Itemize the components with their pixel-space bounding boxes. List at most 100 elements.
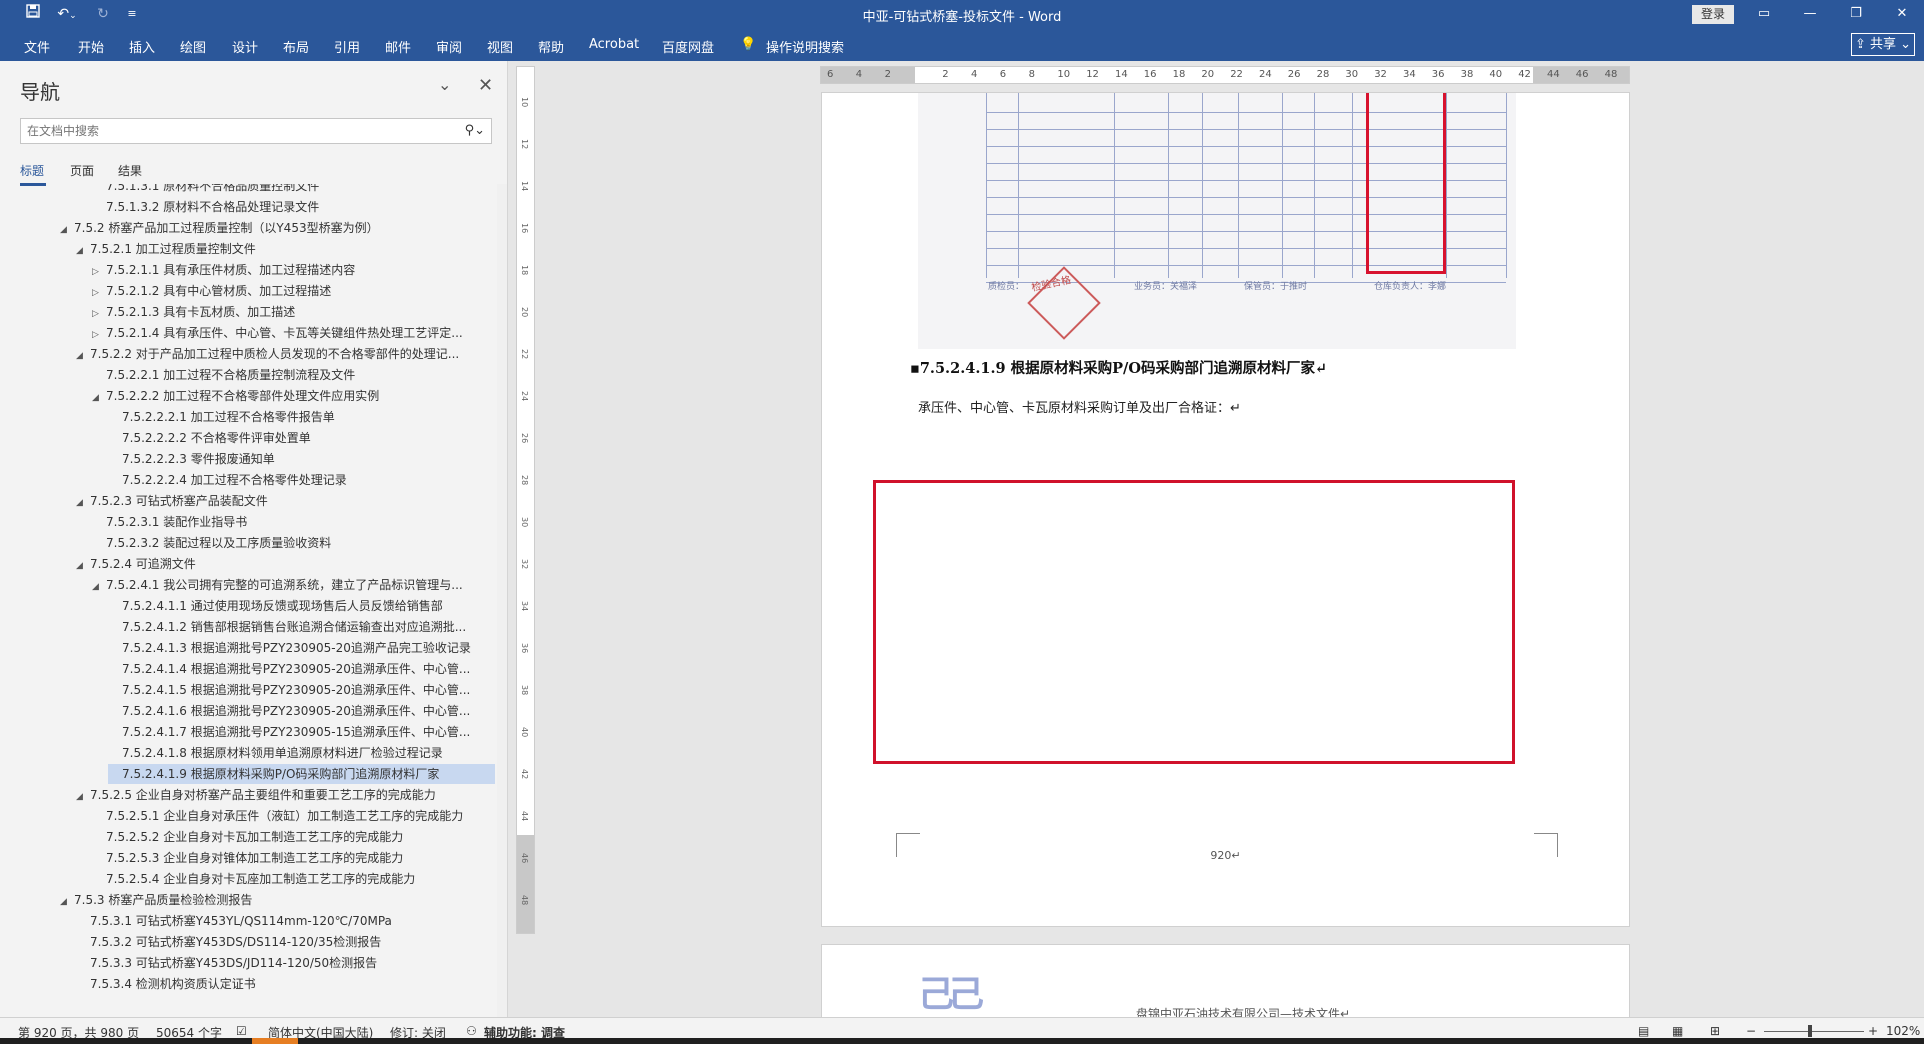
ribbon-display-options-icon[interactable]: ▭ bbox=[1742, 2, 1786, 26]
section-heading[interactable]: ▪7.5.2.4.1.9 根据原材料采购P/O码采购部门追溯原材料厂家↵ bbox=[910, 357, 1327, 378]
outline-item[interactable]: 7.5.2.3.1 装配作业指导书 bbox=[92, 512, 247, 532]
zoom-slider[interactable] bbox=[1764, 1031, 1864, 1032]
outline-item[interactable]: ◢ 7.5.2.1 加工过程质量控制文件 bbox=[76, 239, 256, 259]
collapse-icon[interactable]: ◢ bbox=[76, 493, 90, 513]
collapse-icon[interactable]: ◢ bbox=[76, 787, 90, 807]
search-input[interactable] bbox=[21, 119, 441, 143]
outline-item[interactable]: ▷ 7.5.2.1.4 具有承压件、中心管、卡瓦等关键组件热处理工艺评定... bbox=[92, 323, 463, 343]
collapse-icon[interactable]: ◢ bbox=[76, 346, 90, 366]
outline-item[interactable]: ▷ 7.5.2.1.1 具有承压件材质、加工过程描述内容 bbox=[92, 260, 355, 280]
tell-me-search[interactable]: 操作说明搜索 bbox=[766, 37, 844, 56]
outline-item[interactable]: 7.5.3.3 可钻式桥塞Y453DS/JD114-120/50检测报告 bbox=[76, 953, 377, 973]
outline-item[interactable]: 7.5.2.4.1.5 根据追溯批号PZY230905-20追溯承压件、中心管.… bbox=[108, 680, 470, 700]
tab-design[interactable]: 设计 bbox=[232, 37, 258, 56]
outline-item[interactable]: ◢ 7.5.3 桥塞产品质量检验检测报告 bbox=[60, 890, 252, 910]
outline-item[interactable]: 7.5.2.4.1.1 通过使用现场反馈或现场售后人员反馈给销售部 bbox=[108, 596, 443, 616]
tab-insert[interactable]: 插入 bbox=[129, 37, 155, 56]
outline-item[interactable]: 7.5.3.2 可钻式桥塞Y453DS/DS114-120/35检测报告 bbox=[76, 932, 381, 952]
tab-pages[interactable]: 页面 bbox=[70, 162, 94, 179]
outline-item[interactable]: 7.5.2.4.1.4 根据追溯批号PZY230905-20追溯承压件、中心管.… bbox=[108, 659, 470, 679]
web-layout-icon[interactable]: ⊞ bbox=[1710, 1024, 1720, 1038]
outline-item[interactable]: 7.5.2.4.1.8 根据原材料领用单追溯原材料进厂检验过程记录 bbox=[108, 743, 443, 763]
share-button[interactable]: ⇪ 共享 ⌄ bbox=[1851, 33, 1915, 56]
outline-item[interactable]: 7.5.1.3.2 原材料不合格品处理记录文件 bbox=[92, 197, 319, 217]
collapse-icon[interactable]: ◢ bbox=[60, 892, 74, 912]
document-page-next[interactable]: 己己 盘锦中亚石油技术有限公司—技术文件↵ bbox=[821, 944, 1630, 1024]
search-icon[interactable]: ⚲⌄ bbox=[465, 123, 485, 138]
proofing-icon[interactable]: ☑ bbox=[236, 1024, 247, 1038]
outline-item[interactable]: 7.5.3.1 可钻式桥塞Y453YL/QS114mm-120℃/70MPa bbox=[76, 911, 392, 931]
outline-item[interactable]: ◢ 7.5.2.5 企业自身对桥塞产品主要组件和重要工艺工序的完成能力 bbox=[76, 785, 436, 805]
outline-item[interactable]: 7.5.2.2.1 加工过程不合格质量控制流程及文件 bbox=[92, 365, 355, 385]
chevron-down-icon[interactable]: ⌄ bbox=[438, 75, 451, 94]
login-button[interactable]: 登录 bbox=[1692, 5, 1734, 24]
horizontal-ruler[interactable]: 6 4 2 2 4 6 8 10 12 14 16 18 20 22 24 26 28 30 32 34 36 38 40 4… bbox=[820, 66, 1630, 84]
zoom-level[interactable]: 102% bbox=[1886, 1024, 1920, 1038]
outline-item[interactable]: ◢ 7.5.2 桥塞产品加工过程质量控制（以Y453型桥塞为例） bbox=[60, 218, 379, 238]
tab-acrobat[interactable]: Acrobat bbox=[589, 37, 639, 52]
collapse-icon[interactable]: ◢ bbox=[60, 220, 74, 240]
minimize-icon[interactable]: — bbox=[1788, 2, 1832, 26]
zoom-out-icon[interactable]: − bbox=[1746, 1024, 1756, 1038]
close-icon[interactable]: ✕ bbox=[478, 75, 493, 96]
expand-icon[interactable]: ▷ bbox=[92, 325, 106, 345]
outline-item[interactable]: 7.5.2.5.2 企业自身对卡瓦加工制造工艺工序的完成能力 bbox=[92, 827, 403, 847]
tab-home[interactable]: 开始 bbox=[78, 37, 104, 56]
outline-item[interactable]: 7.5.2.2.2.1 加工过程不合格零件报告单 bbox=[108, 407, 335, 427]
nav-scrollbar[interactable] bbox=[497, 184, 507, 1017]
tab-baidu-netdisk[interactable]: 百度网盘 bbox=[662, 37, 714, 56]
outline-item[interactable]: 7.5.2.3.2 装配过程以及工序质量验收资料 bbox=[92, 533, 331, 553]
tab-results[interactable]: 结果 bbox=[118, 162, 142, 179]
expand-icon[interactable]: ▷ bbox=[92, 283, 106, 303]
outline-item[interactable]: 7.5.1.3.1 原材料不合格品质量控制文件 bbox=[92, 184, 319, 196]
outline-item[interactable]: 7.5.2.4.1.2 销售部根据销售台账追溯合储运输查出对应追溯批... bbox=[108, 617, 466, 637]
tab-references[interactable]: 引用 bbox=[334, 37, 360, 56]
outline-item[interactable]: 7.5.2.2.2.4 加工过程不合格零件处理记录 bbox=[108, 470, 347, 490]
tab-help[interactable]: 帮助 bbox=[538, 37, 564, 56]
outline-item[interactable]: 7.5.2.4.1.9 根据原材料采购P/O码采购部门追溯原材料厂家 bbox=[108, 764, 495, 784]
read-mode-icon[interactable]: ▤ bbox=[1638, 1024, 1649, 1038]
tab-layout[interactable]: 布局 bbox=[283, 37, 309, 56]
collapse-icon[interactable]: ◢ bbox=[92, 577, 106, 597]
vertical-ruler[interactable]: 10 12 14 16 18 20 22 24 26 28 30 32 34 36 38 40 42 44 46 48 bbox=[516, 66, 535, 934]
outline-item[interactable]: ◢ 7.5.2.4 可追溯文件 bbox=[76, 554, 196, 574]
collapse-icon[interactable]: ◢ bbox=[76, 556, 90, 576]
restore-icon[interactable]: ❐ bbox=[1834, 2, 1878, 26]
outline-item[interactable]: ▷ 7.5.2.1.3 具有卡瓦材质、加工描述 bbox=[92, 302, 295, 322]
lightbulb-icon[interactable]: 💡 bbox=[740, 37, 756, 52]
tab-draw[interactable]: 绘图 bbox=[180, 37, 206, 56]
outline-item[interactable]: 7.5.2.2.2.3 零件报废通知单 bbox=[108, 449, 275, 469]
expand-icon[interactable]: ▷ bbox=[92, 304, 106, 324]
zoom-in-icon[interactable]: + bbox=[1868, 1024, 1878, 1038]
body-paragraph[interactable]: 承压件、中心管、卡瓦原材料采购订单及出厂合格证：↵ bbox=[918, 397, 1241, 416]
nav-search-box[interactable]: ⚲⌄ bbox=[20, 118, 492, 144]
outline-item[interactable]: 7.5.2.4.1.3 根据追溯批号PZY230905-20追溯产品完工验收记录 bbox=[108, 638, 471, 658]
outline-item[interactable]: 7.5.2.4.1.7 根据追溯批号PZY230905-15追溯承压件、中心管.… bbox=[108, 722, 470, 742]
outline-item[interactable]: 7.5.3.4 检测机构资质认定证书 bbox=[76, 974, 256, 994]
tab-mailings[interactable]: 邮件 bbox=[385, 37, 411, 56]
collapse-icon[interactable]: ◢ bbox=[92, 388, 106, 408]
ruler-tick: 8 bbox=[1028, 69, 1035, 80]
outline-item[interactable]: ◢ 7.5.2.3 可钻式桥塞产品装配文件 bbox=[76, 491, 268, 511]
scanned-form-image[interactable]: 检验合格 质检员： 业务员：关福泽 保管员：于推时 仓库负责人：李娜 bbox=[918, 93, 1516, 349]
outline-item[interactable]: 7.5.2.5.4 企业自身对卡瓦座加工制造工艺工序的完成能力 bbox=[92, 869, 415, 889]
tab-headings[interactable]: 标题 bbox=[20, 162, 44, 179]
document-page[interactable]: 检验合格 质检员： 业务员：关福泽 保管员：于推时 仓库负责人：李娜 ▪7.5.… bbox=[821, 92, 1630, 927]
close-window-icon[interactable]: ✕ bbox=[1880, 2, 1924, 26]
expand-icon[interactable]: ▷ bbox=[92, 262, 106, 282]
outline-item[interactable]: 7.5.2.2.2.2 不合格零件评审处置单 bbox=[108, 428, 311, 448]
outline-item[interactable]: ▷ 7.5.2.1.2 具有中心管材质、加工过程描述 bbox=[92, 281, 331, 301]
red-image-frame[interactable] bbox=[873, 480, 1515, 764]
print-layout-icon[interactable]: ▦ bbox=[1672, 1024, 1683, 1038]
collapse-icon[interactable]: ◢ bbox=[76, 241, 90, 261]
outline-item[interactable]: ◢ 7.5.2.2.2 加工过程不合格零部件处理文件应用实例 bbox=[92, 386, 379, 406]
outline-item[interactable]: 7.5.2.5.1 企业自身对承压件（液缸）加工制造工艺工序的完成能力 bbox=[92, 806, 463, 826]
tab-review[interactable]: 审阅 bbox=[436, 37, 462, 56]
tab-file[interactable]: 文件 bbox=[24, 37, 50, 56]
outline-item[interactable]: 7.5.2.4.1.6 根据追溯批号PZY230905-20追溯承压件、中心管.… bbox=[108, 701, 470, 721]
outline-item[interactable]: ◢ 7.5.2.4.1 我公司拥有完整的可追溯系统，建立了产品标识管理与... bbox=[92, 575, 463, 595]
outline-item[interactable]: 7.5.2.5.3 企业自身对锥体加工制造工艺工序的完成能力 bbox=[92, 848, 403, 868]
tab-view[interactable]: 视图 bbox=[487, 37, 513, 56]
zoom-slider-thumb[interactable] bbox=[1808, 1025, 1812, 1037]
outline-item[interactable]: ◢ 7.5.2.2 对于产品加工过程中质检人员发现的不合格零部件的处理记... bbox=[76, 344, 459, 364]
